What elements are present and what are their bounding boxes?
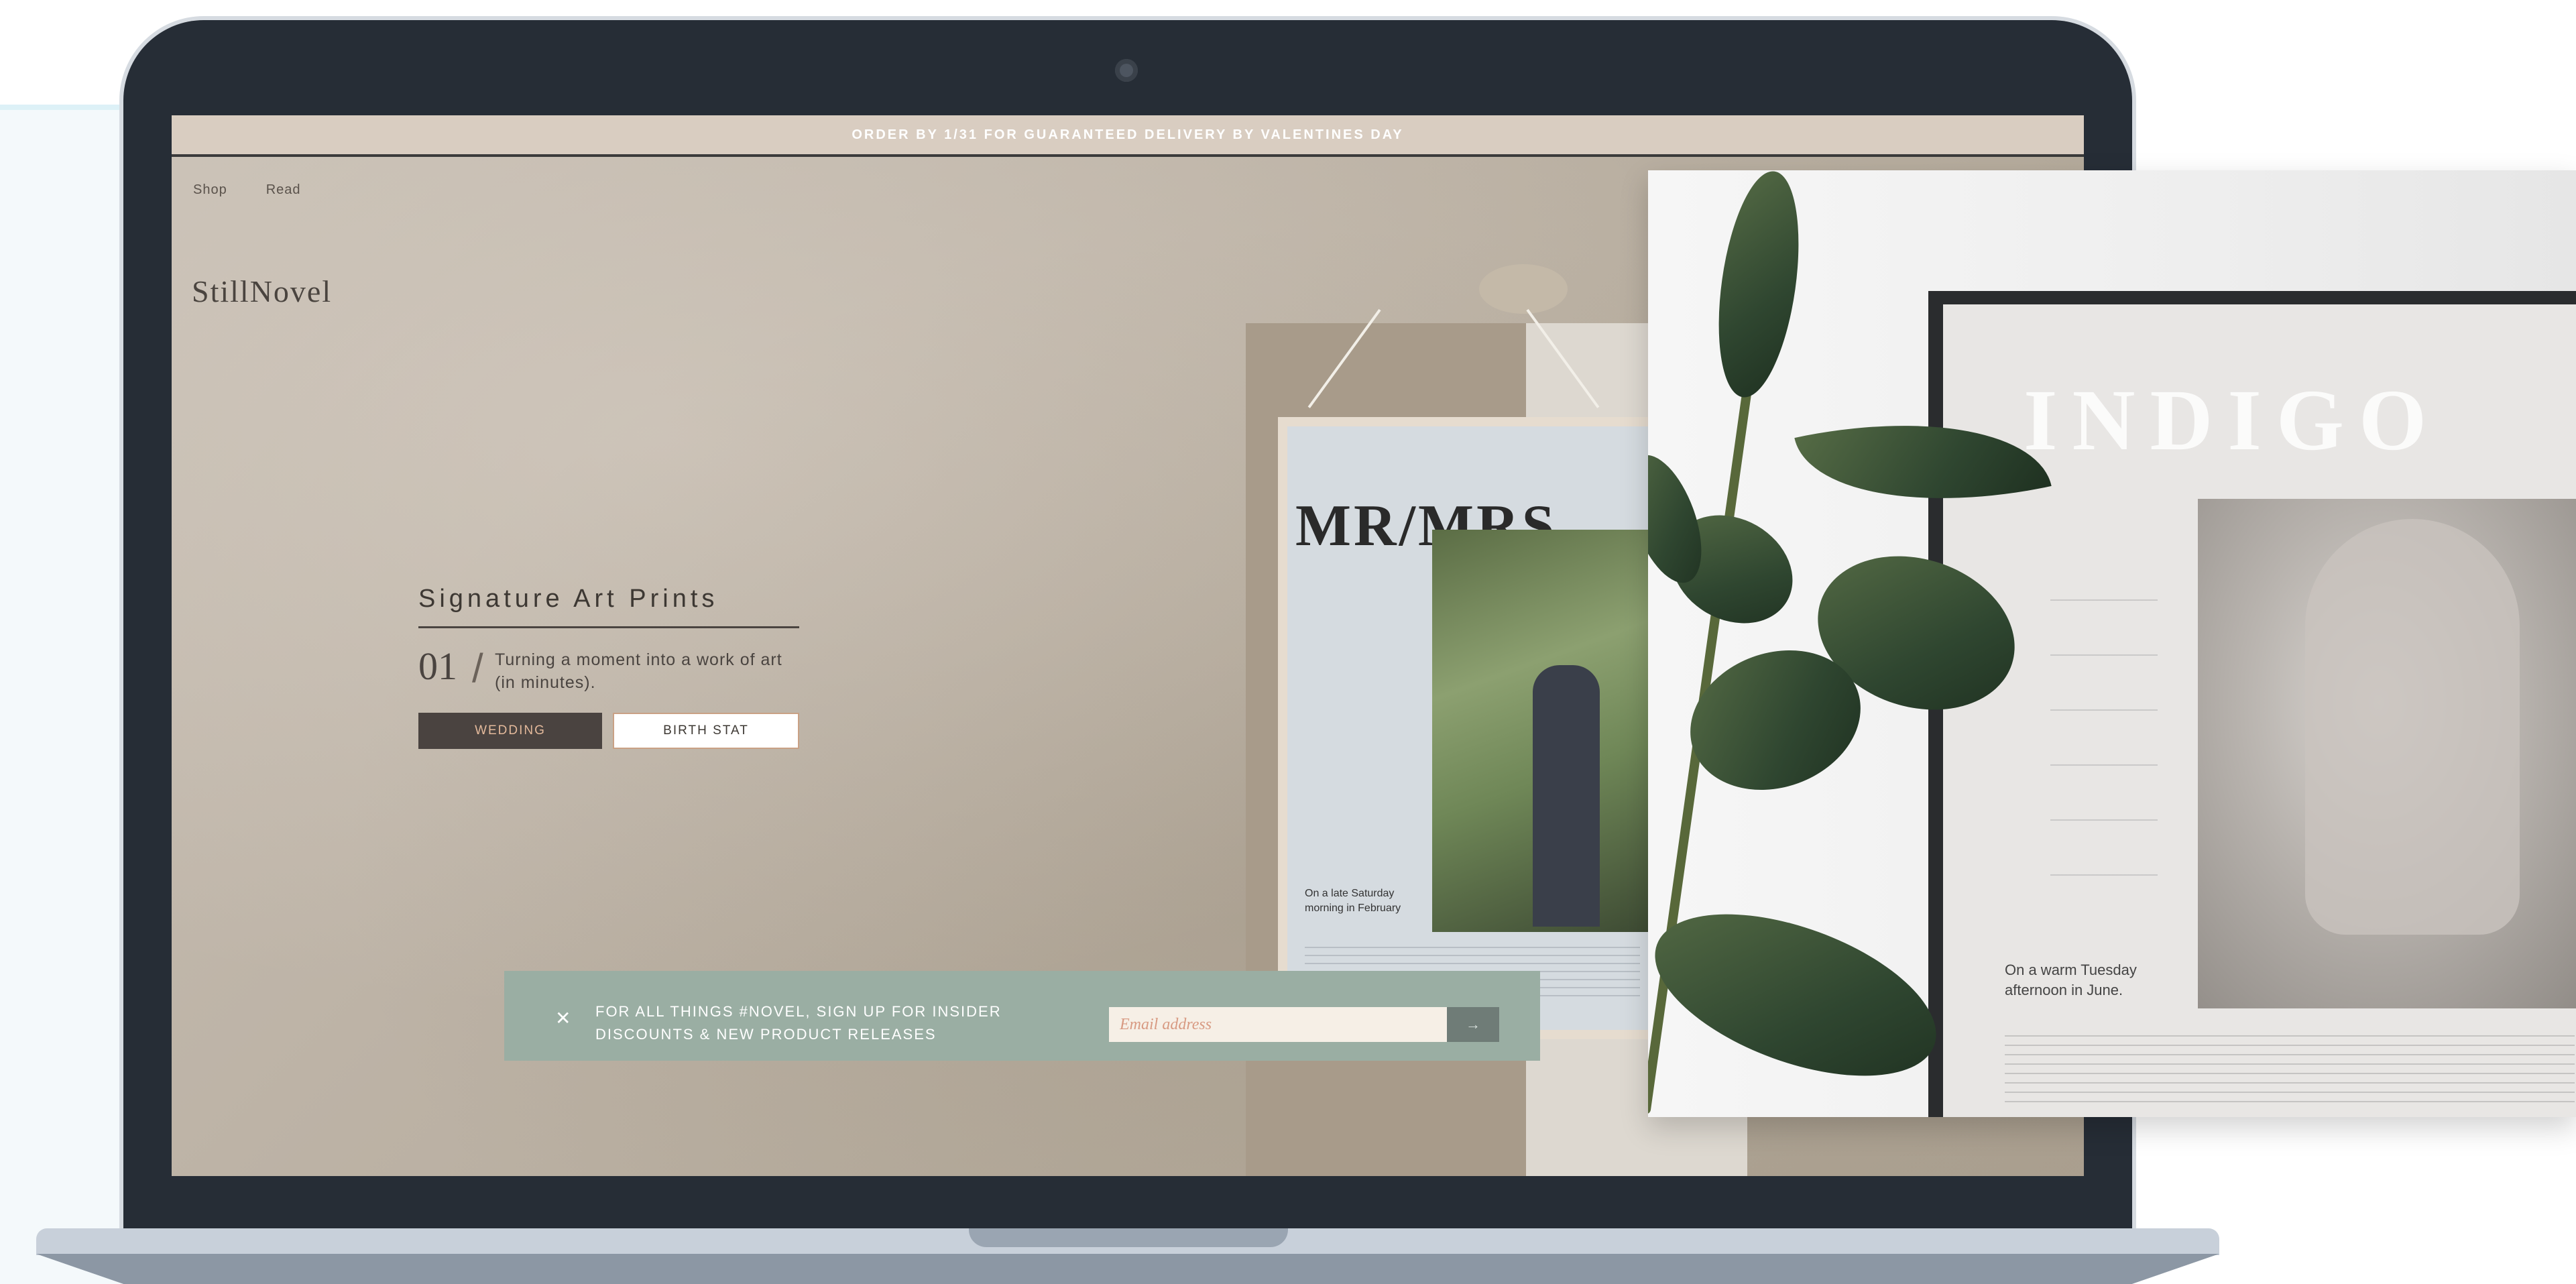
newsletter-text: FOR ALL THINGS #NOVEL, SIGN UP FOR INSID… bbox=[595, 1003, 1002, 1043]
hero-divider bbox=[418, 626, 799, 628]
email-field[interactable] bbox=[1109, 1007, 1447, 1042]
hero-title: Signature Art Prints bbox=[418, 585, 719, 613]
hero-slash: / bbox=[472, 646, 483, 691]
close-icon[interactable]: ✕ bbox=[555, 1007, 571, 1029]
main-nav: Shop Read bbox=[193, 182, 301, 198]
brand-logo[interactable]: StillNovel bbox=[192, 274, 332, 309]
zoomed-poster-details bbox=[2005, 1035, 2575, 1102]
poster-couple-figure bbox=[1533, 665, 1600, 927]
nav-read-link[interactable]: Read bbox=[266, 182, 301, 198]
stone-decoration bbox=[1479, 264, 1568, 314]
webcam-icon bbox=[1115, 59, 1138, 82]
hero-slide-number: 01 bbox=[418, 644, 457, 688]
hero-description: Turning a moment into a work of art (in … bbox=[495, 650, 782, 692]
zoomed-poster-caption: On a warm Tuesday afternoon in June. bbox=[2005, 961, 2137, 998]
zoomed-poster-title: INDIGO bbox=[2024, 372, 2442, 469]
zoomed-poster-stats bbox=[2050, 546, 2158, 894]
wedding-button[interactable]: WEDDING bbox=[418, 713, 602, 749]
birth-stat-button[interactable]: BIRTH STAT bbox=[613, 713, 799, 749]
nav-shop-link[interactable]: Shop bbox=[193, 182, 227, 198]
zoomed-product-photo: INDIGO On a warm Tuesday afternoon in Ju… bbox=[1648, 170, 2576, 1117]
announcement-text: ORDER BY 1/31 FOR GUARANTEED DELIVERY BY… bbox=[852, 127, 1404, 142]
arrow-right-icon[interactable]: → bbox=[1447, 1007, 1499, 1042]
laptop-notch bbox=[969, 1228, 1288, 1247]
mother-baby-figure bbox=[2305, 519, 2520, 935]
laptop-base-bottom bbox=[36, 1254, 2219, 1284]
poster-caption: On a late Saturday morning in February bbox=[1305, 888, 1401, 914]
announcement-bar: ORDER BY 1/31 FOR GUARANTEED DELIVERY BY… bbox=[172, 115, 2084, 157]
